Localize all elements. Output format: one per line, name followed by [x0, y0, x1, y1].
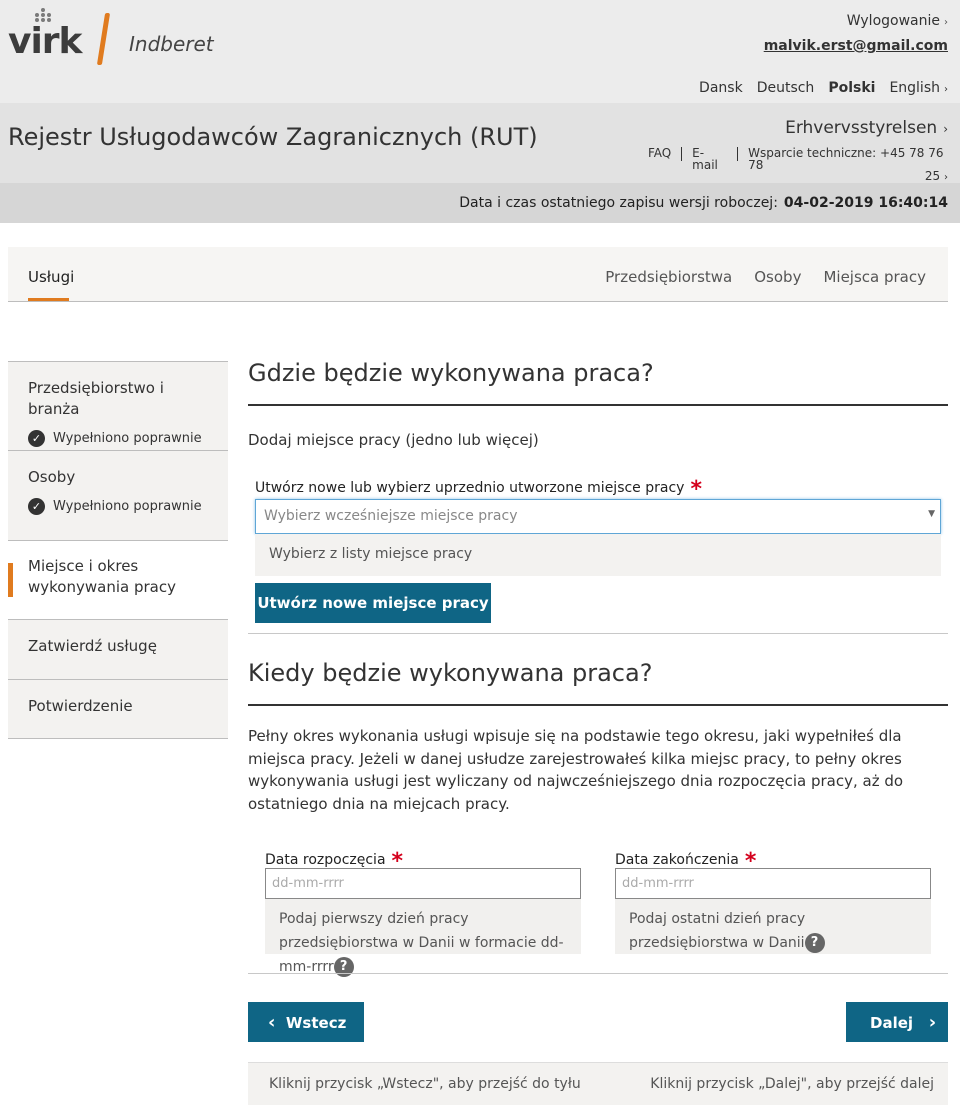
check-circle-icon: ✓: [28, 498, 45, 515]
next-button[interactable]: Dalej ›: [846, 1002, 948, 1042]
sidebar-item-persons[interactable]: Osoby ✓ Wypełniono poprawnie: [8, 450, 228, 540]
chevron-right-icon: ›: [928, 1011, 937, 1033]
start-date-label: Data rozpoczęcia *: [265, 845, 403, 874]
service-bar: Rejestr Usługodawców Zagranicznych (RUT)…: [0, 103, 960, 183]
chevron-right-icon: ›: [944, 17, 948, 28]
sidebar-item-label: Osoby: [28, 468, 76, 486]
lang-english-label: English: [889, 80, 940, 96]
workplace-field-label: Utwórz nowe lub wybierz uprzednio utworz…: [255, 473, 702, 502]
select-placeholder: Wybierz wcześniejsze miejsce pracy: [264, 508, 518, 524]
sidebar-item-company[interactable]: Przedsiębiorstwo i branża ✓ Wypełniono p…: [8, 361, 228, 450]
tab-miejsca-pracy[interactable]: Miejsca pracy: [823, 268, 926, 286]
chevron-right-icon: ›: [943, 122, 948, 136]
next-hint: Kliknij przycisk „Dalej", aby przejść da…: [650, 1076, 934, 1092]
top-header: virk Indberet Wylogowanie › malvik.erst@g…: [0, 0, 960, 103]
support-phone[interactable]: Wsparcie techniczne: +45 78 76 78: [748, 147, 948, 171]
support-links: FAQ E-mail Wsparcie techniczne: +45 78 7…: [648, 147, 948, 184]
agency-label: Erhvervsstyrelsen: [785, 118, 938, 138]
dropdown-arrow-icon: ▼: [928, 509, 935, 519]
logout-link[interactable]: Wylogowanie ›: [847, 13, 948, 29]
draft-bar: Data i czas ostatniego zapisu wersji rob…: [0, 183, 960, 223]
sidebar-item-confirmation[interactable]: Potwierdzenie: [8, 679, 228, 739]
support-phone-cont[interactable]: 25: [925, 169, 940, 183]
create-workplace-button[interactable]: Utwórz nowe miejsce pracy: [255, 583, 491, 623]
dropdown-option[interactable]: Wybierz z listy miejsce pracy: [255, 534, 941, 576]
section-divider: [248, 633, 948, 634]
sidebar-item-label: Zatwierdź usługę: [28, 637, 157, 655]
sidebar-item-status: ✓ Wypełniono poprawnie: [28, 430, 208, 447]
nav-hints: Kliknij przycisk „Wstecz", aby przejść d…: [248, 1062, 948, 1105]
lang-deutsch[interactable]: Deutsch: [757, 80, 815, 96]
start-date-label-text: Data rozpoczęcia: [265, 852, 386, 868]
lang-polski[interactable]: Polski: [828, 80, 875, 96]
sidebar-item-label: Przedsiębiorstwo i branża: [28, 379, 164, 418]
status-text: Wypełniono poprawnie: [53, 499, 202, 514]
status-text: Wypełniono poprawnie: [53, 431, 202, 446]
virk-logo[interactable]: virk: [8, 8, 84, 62]
faq-link[interactable]: FAQ: [648, 147, 671, 171]
main-tabs: Usługi Przedsiębiorstwa Osoby Miejsca pr…: [8, 247, 948, 302]
help-text: Podaj pierwszy dzień pracy przedsiębiors…: [279, 911, 564, 975]
when-description: Pełny okres wykonania usługi wpisuje się…: [248, 727, 904, 813]
tab-uslugi[interactable]: Usługi: [28, 268, 74, 286]
language-switcher: Dansk Deutsch Polski English ›: [699, 80, 948, 96]
chevron-right-icon: ›: [944, 84, 948, 95]
where-subtitle: Dodaj miejsce pracy (jedno lub więcej): [248, 431, 539, 449]
draft-info: Data i czas ostatniego zapisu wersji rob…: [459, 195, 948, 211]
lang-dansk[interactable]: Dansk: [699, 80, 743, 96]
agency-link[interactable]: Erhvervsstyrelsen ›: [785, 118, 948, 138]
back-hint: Kliknij przycisk „Wstecz", aby przejść d…: [269, 1076, 581, 1092]
divider: [681, 147, 683, 161]
section-divider: [248, 973, 948, 974]
draft-datetime: 04-02-2019 16:40:14: [783, 195, 948, 211]
logo-wordmark: virk: [8, 21, 83, 62]
sidebar-item-label: Potwierdzenie: [28, 697, 133, 715]
tab-osoby[interactable]: Osoby: [754, 268, 801, 286]
help-question-icon[interactable]: ?: [333, 957, 354, 977]
next-label: Dalej: [870, 1013, 914, 1032]
when-heading: Kiedy będzie wykonywana praca?: [248, 655, 948, 706]
chevron-right-icon: ›: [944, 172, 948, 183]
workplace-label-text: Utwórz nowe lub wybierz uprzednio utworz…: [255, 480, 685, 496]
sidebar-item-label: Miejsce i okres wykonywania pracy: [28, 557, 176, 596]
check-circle-icon: ✓: [28, 430, 45, 447]
lang-english[interactable]: English ›: [889, 80, 948, 96]
back-button[interactable]: ‹ Wstecz: [248, 1002, 364, 1042]
sidebar-item-status: ✓ Wypełniono poprawnie: [28, 498, 208, 515]
start-date-input[interactable]: dd-mm-rrrr: [265, 868, 581, 899]
main-content: Gdzie będzie wykonywana praca? Dodaj mie…: [248, 355, 948, 1105]
logo-subtitle: Indberet: [129, 32, 214, 56]
sidebar-item-workplace[interactable]: Miejsce i okres wykonywania pracy: [8, 540, 228, 619]
email-link[interactable]: E-mail: [692, 147, 727, 171]
sidebar-item-approve[interactable]: Zatwierdź usługę: [8, 619, 228, 679]
end-date-group: Data zakończenia * dd-mm-rrrr Podaj ostat…: [615, 843, 931, 955]
active-tab-indicator: [28, 298, 69, 301]
start-date-group: Data rozpoczęcia * dd-mm-rrrr Podaj pierw…: [265, 843, 581, 977]
where-heading: Gdzie będzie wykonywana praca?: [248, 355, 948, 406]
end-date-help: Podaj ostatni dzień pracy przedsiębiorst…: [615, 899, 931, 954]
workplace-select[interactable]: Wybierz wcześniejsze miejsce pracy ▼: [255, 499, 941, 534]
step-sidebar: Przedsiębiorstwo i branża ✓ Wypełniono p…: [8, 361, 228, 739]
end-date-label-text: Data zakończenia: [615, 852, 739, 868]
user-email-link[interactable]: malvik.erst@gmail.com: [764, 38, 948, 54]
help-text: Podaj ostatni dzień pracy przedsiębiorst…: [629, 911, 806, 951]
end-date-label: Data zakończenia *: [615, 845, 756, 874]
end-date-input[interactable]: dd-mm-rrrr: [615, 868, 931, 899]
draft-label: Data i czas ostatniego zapisu wersji rob…: [459, 195, 778, 211]
chevron-left-icon: ‹: [268, 1011, 276, 1033]
current-step-marker: [8, 563, 13, 597]
logo-divider: [96, 13, 111, 65]
service-title: Rejestr Usługodawców Zagranicznych (RUT): [8, 123, 538, 151]
help-question-icon[interactable]: ?: [804, 933, 825, 953]
start-date-help: Podaj pierwszy dzień pracy przedsiębiors…: [265, 899, 581, 977]
tab-przedsiebiorstwa[interactable]: Przedsiębiorstwa: [605, 268, 732, 286]
logout-label: Wylogowanie: [846, 13, 940, 29]
back-label: Wstecz: [285, 1013, 347, 1032]
divider: [737, 147, 739, 161]
